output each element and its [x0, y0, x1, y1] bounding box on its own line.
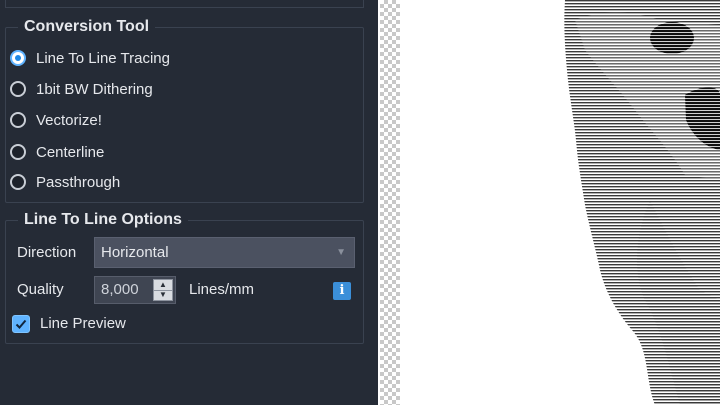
transparency-checkerboard	[380, 0, 400, 405]
radio-button[interactable]	[10, 50, 26, 66]
preview-canvas[interactable]	[400, 0, 720, 405]
spin-down-icon[interactable]: ▼	[154, 290, 172, 300]
radio-label: Vectorize!	[36, 111, 102, 129]
chevron-down-icon: ▼	[336, 247, 346, 258]
line-preview-label: Line Preview	[40, 315, 126, 332]
radio-passthrough[interactable]: Passthrough	[10, 170, 120, 194]
radio-label: Line To Line Tracing	[36, 49, 170, 67]
settings-panel: Conversion Tool Line To Line Tracing 1bi…	[0, 0, 378, 405]
direction-select[interactable]: Horizontal ▼	[94, 237, 355, 268]
dog-preview-image	[564, 0, 720, 405]
quality-unit: Lines/mm	[189, 281, 255, 298]
line-options-title: Line To Line Options	[18, 209, 188, 231]
quality-input[interactable]: 8,000 ▲ ▼	[94, 276, 176, 304]
radio-label: Centerline	[36, 143, 105, 161]
quality-value: 8,000	[101, 281, 139, 298]
previous-group-edge	[5, 0, 364, 8]
radio-1bit-bw-dithering[interactable]: 1bit BW Dithering	[10, 77, 153, 101]
radio-vectorize[interactable]: Vectorize!	[10, 108, 102, 132]
radio-line-to-line[interactable]: Line To Line Tracing	[10, 46, 170, 70]
check-icon	[15, 319, 27, 329]
conversion-tool-title: Conversion Tool	[18, 16, 156, 38]
quality-label: Quality	[17, 281, 64, 298]
radio-button[interactable]	[10, 81, 26, 97]
radio-centerline[interactable]: Centerline	[10, 140, 104, 164]
direction-value: Horizontal	[101, 244, 169, 261]
quality-spinner[interactable]: ▲ ▼	[153, 279, 173, 301]
line-preview-checkbox[interactable]	[12, 315, 30, 333]
radio-label: Passthrough	[36, 173, 121, 191]
info-icon[interactable]: i	[333, 282, 351, 300]
radio-button[interactable]	[10, 174, 26, 190]
radio-button[interactable]	[10, 144, 26, 160]
radio-button[interactable]	[10, 112, 26, 128]
direction-label: Direction	[17, 244, 77, 261]
radio-label: 1bit BW Dithering	[36, 80, 153, 98]
